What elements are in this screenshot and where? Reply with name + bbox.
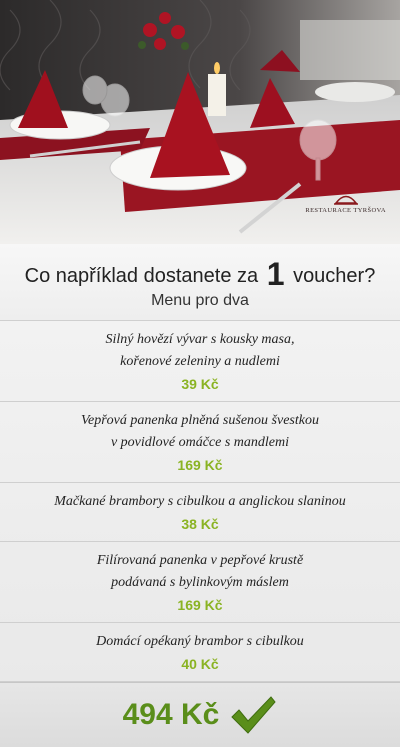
menu-item-price: 40 Kč [181, 656, 219, 672]
menu-subtitle: Menu pro dva [151, 292, 249, 309]
menu-item-desc-line: podávaná s bylinkovým máslem [111, 575, 289, 590]
offer-title-after: voucher? [293, 265, 376, 287]
offer-title: Co například dostanete za 1 voucher? [0, 244, 400, 290]
menu-item-price: 38 Kč [181, 516, 219, 532]
total-price: 494 Kč [122, 698, 220, 731]
menu-item-desc-line: Vepřová panenka plněná sušenou švestkou [81, 413, 319, 428]
menu-item-desc-line: Silný hovězí vývar s kousky masa, [105, 332, 295, 347]
logo-text: RESTAURACE TYRŠOVA [305, 207, 386, 214]
menu-item-desc-line: Filírovaná panenka v pepřové krustě [96, 553, 304, 568]
menu-item: Mačkané brambory s cibulkou a anglickou … [0, 483, 400, 542]
cloche-icon [333, 195, 358, 205]
voucher-count: 1 [266, 256, 285, 292]
menu-item-desc-line: kořenové zeleniny a nudlemi [120, 354, 280, 369]
menu-item-price: 39 Kč [181, 376, 219, 392]
menu-item-desc-line: v povidlové omáčce s mandlemi [110, 435, 290, 450]
checkmark-icon [231, 696, 277, 734]
offer-title-before: Co například dostanete za [24, 265, 259, 287]
menu-item-price: 169 Kč [177, 597, 223, 613]
hero-photo: RESTAURACE TYRŠOVA [0, 0, 400, 244]
menu-item-desc-line: Domácí opékaný brambor s cibulkou [96, 634, 304, 649]
menu-item: Domácí opékaný brambor s cibulkou 40 Kč [0, 623, 400, 682]
restaurant-logo: RESTAURACE TYRŠOVA [305, 192, 386, 214]
menu-item: Vepřová panenka plněná sušenou švestkou … [0, 402, 400, 483]
total-bar: 494 Kč [0, 682, 400, 747]
menu-item: Silný hovězí vývar s kousky masa, kořeno… [0, 321, 400, 402]
menu-list: Silný hovězí vývar s kousky masa, kořeno… [0, 321, 400, 682]
menu-item-desc-line: Mačkané brambory s cibulkou a anglickou … [54, 494, 346, 509]
menu-item: Filírovaná panenka v pepřové krustě podá… [0, 542, 400, 623]
menu-item-price: 169 Kč [177, 457, 223, 473]
offer-heading: Co například dostanete za 1 voucher? Men… [0, 244, 400, 321]
